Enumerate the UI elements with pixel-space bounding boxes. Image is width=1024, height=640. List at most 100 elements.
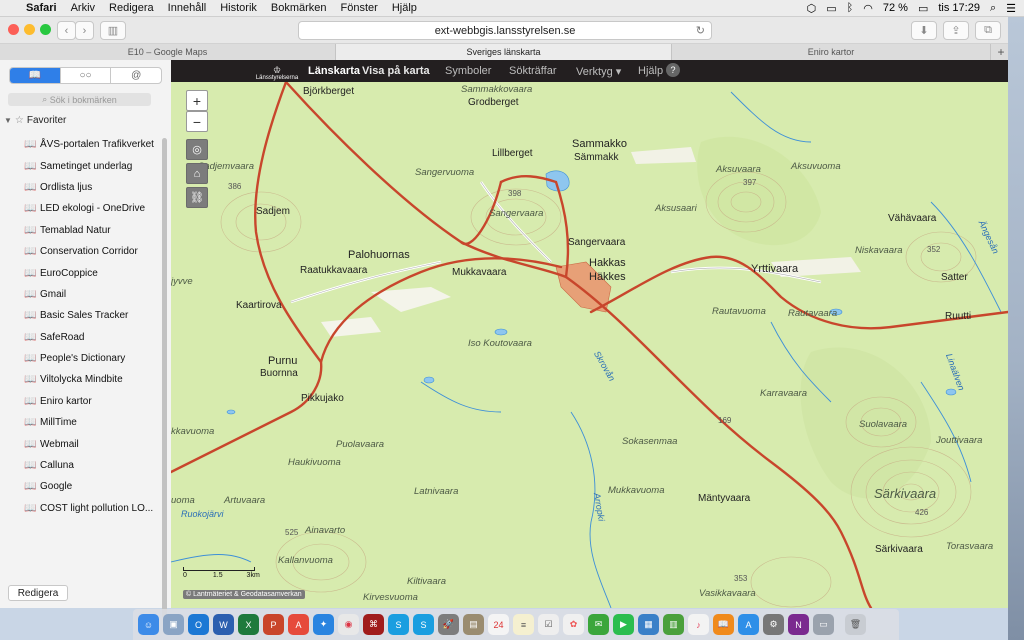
forward-icon[interactable]: › [75, 21, 94, 40]
trash-icon[interactable]: 🗑 [845, 614, 866, 635]
share-icon[interactable]: ⇪ [943, 21, 969, 40]
battery-icon[interactable]: ▭ [918, 2, 928, 15]
battery-status[interactable]: 72 % [883, 2, 908, 14]
minimize-window-button[interactable] [24, 24, 35, 35]
acrobat-icon[interactable]: A [288, 614, 309, 635]
dropbox-icon[interactable]: ⬡ [807, 2, 817, 15]
list-item[interactable]: 📖 SafeRoad [0, 327, 160, 348]
list-item[interactable]: 📖 Sametinget underlag [0, 155, 160, 176]
menu-item-innehall[interactable]: Innehåll [168, 2, 207, 14]
close-window-button[interactable] [8, 24, 19, 35]
list-item[interactable]: 📖 EuroCoppice [0, 262, 160, 283]
list-item[interactable]: 📖 Temablad Natur [0, 220, 160, 241]
list-item[interactable]: 📖 Google [0, 476, 160, 497]
word-icon[interactable]: W [213, 614, 234, 635]
disclosure-triangle-icon[interactable]: ▼ [4, 116, 12, 125]
photo-icon[interactable]: ▤ [463, 614, 484, 635]
tab-eniro[interactable]: Eniro kartor [672, 44, 991, 60]
folder-icon[interactable]: ▭ [813, 614, 834, 635]
books-icon[interactable]: 📖 [713, 614, 734, 635]
tab-google-maps[interactable]: E10 – Google Maps [0, 44, 336, 60]
menubar-clock[interactable]: tis 17:29 [938, 2, 980, 14]
bookmark-search-input[interactable]: ⌕ Sök i bokmärken [8, 93, 151, 106]
excel-icon[interactable]: X [238, 614, 259, 635]
bluetooth-icon[interactable]: ᛒ [847, 2, 854, 14]
menu-item-historik[interactable]: Historik [220, 2, 257, 14]
list-item[interactable]: 📖 Conservation Corridor [0, 241, 160, 262]
system-preferences-icon[interactable]: ⚙ [763, 614, 784, 635]
powerpoint-icon[interactable]: P [263, 614, 284, 635]
nav-visa-pa-karta[interactable]: Visa på karta [362, 65, 430, 77]
menu-item-hjalp[interactable]: Hjälp [392, 2, 417, 14]
zoom-window-button[interactable] [40, 24, 51, 35]
list-item[interactable]: 📖 Basic Sales Tracker [0, 305, 160, 326]
search-icon[interactable]: ⌕ [990, 2, 996, 15]
onenote-icon[interactable]: N [788, 614, 809, 635]
notes-icon[interactable]: ≡ [513, 614, 534, 635]
menu-item-redigera[interactable]: Redigera [109, 2, 154, 14]
list-item[interactable]: 📖 Gmail [0, 284, 160, 305]
home-icon[interactable]: ⌂ [186, 163, 208, 184]
menu-item-fonster[interactable]: Fönster [341, 2, 378, 14]
nav-soktraffar[interactable]: Sökträffar [509, 65, 557, 77]
menu-item-arkiv[interactable]: Arkiv [71, 2, 95, 14]
zoom-out-button[interactable]: − [186, 111, 208, 132]
shared-links-tab-icon[interactable]: @ [111, 68, 161, 83]
outlook-icon[interactable]: O [188, 614, 209, 635]
list-item[interactable]: 📖 Calluna [0, 455, 160, 476]
chrome-icon[interactable]: ◉ [338, 614, 359, 635]
list-item[interactable]: 📖 People's Dictionary [0, 348, 160, 369]
facetime-icon[interactable]: ▶ [613, 614, 634, 635]
locate-icon[interactable]: ◎ [186, 139, 208, 160]
skype-business-icon[interactable]: S [413, 614, 434, 635]
launchpad-icon[interactable]: 🚀 [438, 614, 459, 635]
back-icon[interactable]: ‹ [57, 21, 76, 40]
lansstyrelserna-logo[interactable]: ♔ Länsstyrelserna [254, 61, 300, 82]
photos-icon[interactable]: ✿ [563, 614, 584, 635]
keynote-icon[interactable]: ▦ [638, 614, 659, 635]
wifi-icon[interactable]: ◠ [863, 2, 873, 15]
numbers-icon[interactable]: ▥ [663, 614, 684, 635]
airplay-icon[interactable]: ▭ [826, 2, 836, 15]
safari-icon[interactable]: ✦ [313, 614, 334, 635]
address-bar[interactable]: ext-webbgis.lansstyrelsen.se ↻ [298, 21, 712, 40]
list-item[interactable]: 📖 COST light pollution LO... [0, 498, 160, 519]
list-item[interactable]: 📖 Eniro kartor [0, 391, 160, 412]
nav-lanskarta[interactable]: Länskarta [308, 65, 360, 77]
list-item[interactable]: 📖 Viltolycka Mindbite [0, 369, 160, 390]
edit-bookmarks-button[interactable]: Redigera [8, 585, 68, 601]
list-item[interactable]: 📖 MillTime [0, 412, 160, 433]
bookmarks-tab-icon[interactable]: 📖 [10, 68, 61, 83]
reminders-icon[interactable]: ☑ [538, 614, 559, 635]
messages-icon[interactable]: ✉ [588, 614, 609, 635]
tab-lanskarta[interactable]: Sveriges länskarta [336, 44, 672, 60]
menu-app-name[interactable]: Safari [26, 2, 57, 14]
favorites-folder[interactable]: ▼ ☆ Favoriter [4, 115, 66, 126]
menu-item-bokmarken[interactable]: Bokmärken [271, 2, 327, 14]
map-canvas[interactable]: Björkberget Sammakkovaara Grodberget Sam… [171, 82, 1008, 608]
preview-icon[interactable]: ▣ [163, 614, 184, 635]
list-item[interactable]: 📖 Ordlista ljus [0, 177, 160, 198]
music-icon[interactable]: ♪ [688, 614, 709, 635]
downloads-icon[interactable]: ⬇ [911, 21, 937, 40]
pdf-icon[interactable]: ⌘ [363, 614, 384, 635]
sidebar-toggle-icon[interactable]: ▥ [100, 21, 126, 40]
nav-verktyg[interactable]: Verktyg ▾ [576, 65, 621, 78]
new-tab-button[interactable]: + [991, 44, 1011, 60]
reload-icon[interactable]: ↻ [696, 24, 705, 37]
notification-center-icon[interactable]: ☰ [1006, 2, 1016, 15]
calendar-icon[interactable]: 24 [488, 614, 509, 635]
help-icon[interactable]: ? [666, 63, 680, 77]
nav-hjalp[interactable]: Hjälp [638, 65, 663, 77]
list-item[interactable]: 📖 LED ekologi - OneDrive [0, 198, 160, 219]
finder-icon[interactable]: ☺ [138, 614, 159, 635]
zoom-in-button[interactable]: + [186, 90, 208, 111]
tab-overview-icon[interactable]: ⧉ [975, 21, 1001, 40]
sidebar-scrollbar[interactable] [162, 138, 167, 618]
reading-list-tab-icon[interactable]: ○○ [61, 68, 112, 83]
list-item[interactable]: 📖 ÅVS-portalen Trafikverket [0, 134, 160, 155]
list-item[interactable]: 📖 Webmail [0, 433, 160, 454]
appstore-icon[interactable]: A [738, 614, 759, 635]
skype-icon[interactable]: S [388, 614, 409, 635]
nav-symboler[interactable]: Symboler [445, 65, 491, 77]
